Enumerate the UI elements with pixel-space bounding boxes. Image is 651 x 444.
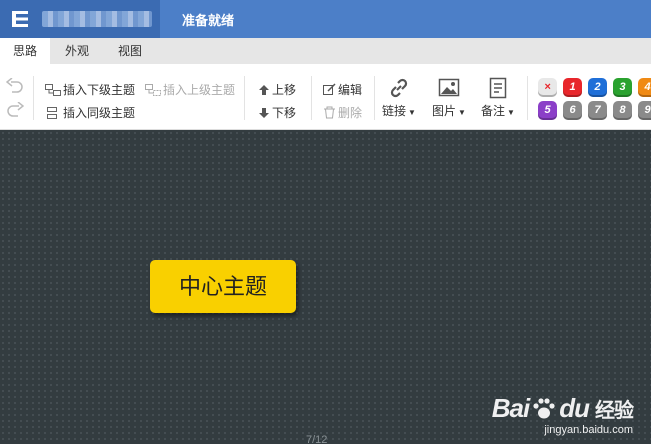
separator xyxy=(527,76,528,120)
paw-icon xyxy=(533,397,555,418)
insert-parent-icon xyxy=(145,83,161,96)
ribbon-tabs: 思路 外观 视图 xyxy=(0,38,651,64)
priority-badge-1[interactable]: 1 xyxy=(563,78,582,97)
logo-area xyxy=(0,0,160,38)
note-button[interactable]: 备注 ▼ xyxy=(478,76,518,119)
tab-ideas[interactable]: 思路 xyxy=(0,38,50,64)
trash-icon xyxy=(324,106,335,119)
edit-icon xyxy=(323,83,336,95)
delete-button[interactable]: 删除 xyxy=(323,104,362,121)
blurred-document-title xyxy=(42,11,152,27)
title-bar: 准备就绪 xyxy=(0,0,651,38)
toolbar: 插入下级主题 插入上级主题 插入同级主题 上移 下移 编辑 删除 链接 ▼ 图片… xyxy=(0,64,651,130)
insert-sibling-icon xyxy=(47,106,57,119)
chevron-down-icon: ▼ xyxy=(408,108,416,117)
insert-sibling-button[interactable]: 插入同级主题 xyxy=(45,104,135,121)
image-icon xyxy=(438,78,460,97)
tab-view[interactable]: 视图 xyxy=(105,38,155,64)
insert-child-label: 插入下级主题 xyxy=(63,83,136,97)
edit-label: 编辑 xyxy=(338,83,363,97)
note-label: 备注 xyxy=(481,104,506,118)
status-text: 准备就绪 xyxy=(182,13,235,28)
page-indicator: 7/12 xyxy=(306,434,328,444)
link-icon xyxy=(390,78,408,98)
priority-badge-4[interactable]: 4 xyxy=(638,78,651,97)
move-up-label: 上移 xyxy=(272,83,297,97)
watermark-url: jingyan.baidu.com xyxy=(544,424,633,436)
move-up-button[interactable]: 上移 xyxy=(258,81,296,98)
link-label: 链接 xyxy=(382,104,407,118)
mindmap-canvas[interactable]: 中心主题 7/12 Bai du 经验 jingyan.baidu.com xyxy=(0,130,651,444)
watermark-brand: Bai du 经验 xyxy=(491,393,634,424)
priority-badge-clear[interactable]: × xyxy=(538,78,557,97)
insert-child-button[interactable]: 插入下级主题 xyxy=(45,81,135,98)
priority-badge-9[interactable]: 9 xyxy=(638,101,651,120)
separator xyxy=(244,76,245,120)
app-menu-icon[interactable] xyxy=(10,8,32,30)
undo-icon[interactable] xyxy=(6,78,24,94)
watermark-brand-left: Bai xyxy=(491,393,530,423)
insert-parent-label: 插入上级主题 xyxy=(163,83,236,97)
priority-badge-2[interactable]: 2 xyxy=(588,78,607,97)
separator xyxy=(33,76,34,120)
separator xyxy=(374,76,375,120)
tab-appearance[interactable]: 外观 xyxy=(52,38,102,64)
priority-badge-8[interactable]: 8 xyxy=(613,101,632,120)
watermark-brand-right: du xyxy=(559,393,590,423)
separator xyxy=(311,76,312,120)
insert-sibling-label: 插入同级主题 xyxy=(63,106,136,120)
priority-badge-5[interactable]: 5 xyxy=(538,101,557,120)
priority-badge-7[interactable]: 7 xyxy=(588,101,607,120)
insert-parent-button[interactable]: 插入上级主题 xyxy=(145,81,235,98)
move-down-button[interactable]: 下移 xyxy=(258,104,296,121)
image-label: 图片 xyxy=(432,104,457,118)
watermark-brand-cn: 经验 xyxy=(595,400,634,422)
note-icon xyxy=(489,77,507,99)
insert-child-icon xyxy=(45,83,61,96)
priority-badge-6[interactable]: 6 xyxy=(563,101,582,120)
baidu-watermark: Bai du 经验 jingyan.baidu.com xyxy=(491,393,634,436)
edit-button[interactable]: 编辑 xyxy=(323,81,362,98)
move-down-label: 下移 xyxy=(272,106,297,120)
image-button[interactable]: 图片 ▼ xyxy=(429,76,469,119)
delete-label: 删除 xyxy=(338,106,363,120)
chevron-down-icon: ▼ xyxy=(458,108,466,117)
chevron-down-icon: ▼ xyxy=(507,108,515,117)
center-topic-node[interactable]: 中心主题 xyxy=(150,260,296,313)
priority-badge-3[interactable]: 3 xyxy=(613,78,632,97)
arrow-down-icon xyxy=(259,107,269,118)
redo-icon[interactable] xyxy=(6,102,24,118)
link-button[interactable]: 链接 ▼ xyxy=(379,76,419,119)
arrow-up-icon xyxy=(259,84,269,95)
